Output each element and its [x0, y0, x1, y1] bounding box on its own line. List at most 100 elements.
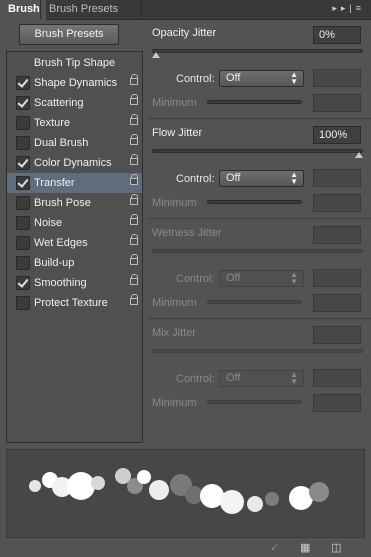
section-divider: [148, 218, 371, 219]
preview-dot: [265, 492, 279, 506]
option-label: Dual Brush: [34, 137, 89, 149]
preview-dot: [29, 480, 41, 492]
option-shape-dynamics[interactable]: Shape Dynamics: [7, 73, 142, 93]
flow-jitter-control-select[interactable]: Off ▲ ▼: [219, 170, 304, 187]
brush-tip-shape-item[interactable]: Brush Tip Shape: [7, 52, 142, 72]
new-preset-icon[interactable]: ◫: [331, 542, 343, 554]
opacity-jitter-slider[interactable]: [152, 49, 363, 53]
collapse-icon[interactable]: ▸▸: [332, 3, 349, 13]
control-select-value: Off: [226, 172, 241, 184]
lock-icon[interactable]: [130, 154, 138, 166]
tab-bar: Brush Brush Presets ▸▸|≡: [0, 0, 371, 20]
option-checkbox[interactable]: [16, 96, 30, 110]
brush-options-list: Brush Tip Shape Shape Dynamics Scattering…: [6, 51, 143, 443]
option-checkbox[interactable]: [16, 276, 30, 290]
opacity-jitter-slider-thumb[interactable]: [152, 52, 160, 58]
wetness-jitter-label: Wetness Jitter: [152, 227, 222, 239]
lock-icon[interactable]: [130, 214, 138, 226]
lock-icon[interactable]: [130, 74, 138, 86]
lock-icon[interactable]: [130, 94, 138, 106]
option-label: Color Dynamics: [34, 157, 112, 169]
lock-icon[interactable]: [130, 274, 138, 286]
option-build-up[interactable]: Build-up: [7, 253, 142, 273]
option-noise[interactable]: Noise: [7, 213, 142, 233]
option-label: Texture: [34, 117, 71, 129]
flow-jitter-slider[interactable]: [152, 149, 363, 153]
option-wet-edges[interactable]: Wet Edges: [7, 233, 142, 253]
flow-jitter-minimum-value[interactable]: [313, 194, 361, 212]
option-transfer[interactable]: Transfer: [7, 173, 142, 193]
mix-jitter-control-label: Control:: [176, 373, 215, 385]
preview-dot: [137, 470, 151, 484]
preview-dot: [309, 482, 329, 502]
option-smoothing[interactable]: Smoothing: [7, 273, 142, 293]
control-select-value: Off: [226, 72, 241, 84]
brush-stroke-preview: [6, 449, 365, 538]
option-label: Build-up: [34, 257, 75, 269]
mix-jitter-minimum-label: Minimum: [152, 397, 197, 409]
wetness-jitter-slider[interactable]: [152, 249, 363, 253]
flow-jitter-control-value-box: [313, 169, 361, 187]
lock-icon[interactable]: [130, 294, 138, 306]
mix-jitter-slider[interactable]: [152, 349, 363, 353]
option-label: Shape Dynamics: [34, 77, 118, 89]
option-checkbox[interactable]: [16, 156, 30, 170]
option-checkbox[interactable]: [16, 256, 30, 270]
control-select-value: Off: [226, 372, 241, 384]
mix-jitter-value[interactable]: [313, 326, 361, 344]
option-checkbox[interactable]: [16, 76, 30, 90]
lock-icon[interactable]: [130, 114, 138, 126]
opacity-jitter-value[interactable]: 0%: [313, 26, 361, 44]
preview-dot: [247, 496, 263, 512]
option-dual-brush[interactable]: Dual Brush: [7, 133, 142, 153]
opacity-jitter-minimum-slider[interactable]: [207, 100, 302, 104]
option-brush-pose[interactable]: Brush Pose: [7, 193, 142, 213]
lock-icon[interactable]: [130, 254, 138, 266]
lock-icon[interactable]: [130, 234, 138, 246]
flow-jitter-slider-thumb[interactable]: [355, 152, 363, 158]
panel-menu-icon[interactable]: |≡: [349, 3, 365, 13]
grid-icon[interactable]: ▦: [300, 542, 312, 554]
up-down-arrows-icon: ▲ ▼: [290, 70, 298, 86]
tab-brush-presets[interactable]: Brush Presets: [40, 0, 142, 19]
opacity-jitter-control-select[interactable]: Off ▲ ▼: [219, 70, 304, 87]
brush-presets-button[interactable]: Brush Presets: [19, 24, 119, 45]
mix-jitter-minimum-slider[interactable]: [207, 400, 302, 404]
section-divider: [148, 318, 371, 319]
option-checkbox[interactable]: [16, 196, 30, 210]
preview-dot: [149, 480, 169, 500]
option-texture[interactable]: Texture: [7, 113, 142, 133]
opacity-jitter-minimum-value[interactable]: [313, 94, 361, 112]
control-select-value: Off: [226, 272, 241, 284]
wetness-jitter-control-select[interactable]: Off ▲ ▼: [219, 270, 304, 287]
toggle-live-tip-icon[interactable]: ✓: [270, 542, 282, 554]
option-checkbox[interactable]: [16, 116, 30, 130]
preview-dot: [91, 476, 105, 490]
mix-jitter-minimum-value[interactable]: [313, 394, 361, 412]
wetness-jitter-minimum-slider[interactable]: [207, 300, 302, 304]
lock-icon[interactable]: [130, 134, 138, 146]
option-scattering[interactable]: Scattering: [7, 93, 142, 113]
wetness-jitter-control-label: Control:: [176, 273, 215, 285]
option-checkbox[interactable]: [16, 296, 30, 310]
option-protect-texture[interactable]: Protect Texture: [7, 293, 142, 313]
wetness-jitter-minimum-value[interactable]: [313, 294, 361, 312]
lock-icon[interactable]: [130, 174, 138, 186]
up-down-arrows-icon: ▲ ▼: [290, 170, 298, 186]
option-checkbox[interactable]: [16, 176, 30, 190]
up-down-arrows-icon: ▲ ▼: [290, 270, 298, 286]
flow-jitter-minimum-slider[interactable]: [207, 200, 302, 204]
option-color-dynamics[interactable]: Color Dynamics: [7, 153, 142, 173]
option-checkbox[interactable]: [16, 216, 30, 230]
flow-jitter-value[interactable]: 100%: [313, 126, 361, 144]
option-checkbox[interactable]: [16, 136, 30, 150]
lock-icon[interactable]: [130, 194, 138, 206]
option-label: Protect Texture: [34, 297, 108, 309]
wetness-jitter-control-value-box: [313, 269, 361, 287]
opacity-jitter-control-value-box: [313, 69, 361, 87]
mix-jitter-control-select[interactable]: Off ▲ ▼: [219, 370, 304, 387]
option-label: Scattering: [34, 97, 84, 109]
wetness-jitter-value[interactable]: [313, 226, 361, 244]
option-checkbox[interactable]: [16, 236, 30, 250]
option-label: Wet Edges: [34, 237, 88, 249]
